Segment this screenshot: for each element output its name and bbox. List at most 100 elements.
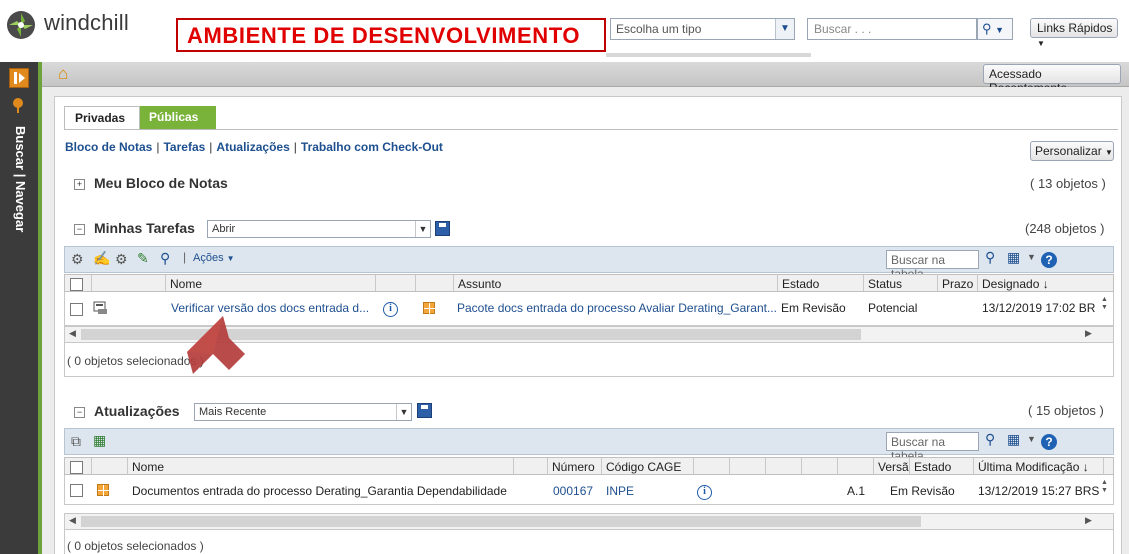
tab-divider xyxy=(64,129,1118,130)
tasks-section-header: − Minhas Tarefas xyxy=(74,220,195,236)
tab-private[interactable]: Privadas xyxy=(64,106,140,130)
help-icon[interactable]: ? xyxy=(1041,252,1057,268)
tasks-title[interactable]: Minhas Tarefas xyxy=(94,220,195,236)
help-icon[interactable]: ? xyxy=(1041,434,1057,450)
updates-title[interactable]: Atualizações xyxy=(94,403,180,419)
chevron-down-icon[interactable]: ▼ xyxy=(1027,252,1036,262)
export-excel-icon[interactable]: ✎ xyxy=(137,250,149,267)
global-search-input[interactable]: Buscar . . . xyxy=(807,18,977,40)
tasks-view-select[interactable]: Abrir ▼ xyxy=(207,220,431,238)
update-number[interactable]: 000167 xyxy=(553,484,593,498)
table-row[interactable]: Documentos entrada do processo Derating_… xyxy=(64,475,1114,505)
search-button[interactable]: ⚲ ▼ xyxy=(977,18,1013,40)
windchill-logo-icon[interactable] xyxy=(5,9,37,41)
col-cage[interactable]: Código CAGE xyxy=(601,458,693,474)
search-icon[interactable]: ⚲ xyxy=(985,249,995,266)
notebook-title[interactable]: Meu Bloco de Notas xyxy=(94,175,228,191)
settings-icon[interactable]: ⚙ xyxy=(115,251,128,268)
document-icon xyxy=(423,302,436,315)
info-icon[interactable]: i xyxy=(697,483,712,500)
row-checkbox[interactable] xyxy=(70,484,83,497)
col-name[interactable]: Nome xyxy=(127,458,513,474)
col-blank xyxy=(837,458,873,474)
calculator-icon[interactable]: ▦ xyxy=(1007,249,1020,266)
update-version: A.1 xyxy=(847,484,866,498)
col-subject[interactable]: Assunto xyxy=(453,275,777,291)
search-icon: ⚲ xyxy=(982,21,992,36)
expand-panel-icon[interactable] xyxy=(9,68,29,88)
quick-links-menu[interactable]: Links Rápidos ▼ xyxy=(1030,18,1118,48)
row-checkbox[interactable] xyxy=(70,303,83,316)
chevron-down-icon[interactable]: ▼ xyxy=(775,19,794,39)
tasks-count: (248 objetos ) xyxy=(1025,221,1105,236)
reassign-icon[interactable]: ✍ xyxy=(93,250,110,267)
updates-count: ( 15 objetos ) xyxy=(1028,403,1104,418)
col-deadline[interactable]: Prazo xyxy=(937,275,977,291)
search-icon[interactable]: ⚲ xyxy=(985,431,995,448)
vertical-scroll-icon[interactable]: ▲ ▼ xyxy=(1101,296,1108,312)
update-name[interactable]: Documentos entrada do processo Derating_… xyxy=(132,484,507,498)
actions-label: Ações xyxy=(193,252,224,264)
select-all-checkbox[interactable] xyxy=(70,278,83,291)
col-number[interactable]: Número xyxy=(547,458,601,474)
link-tasks[interactable]: Tarefas xyxy=(163,140,205,154)
table-search-input[interactable]: Buscar na tabela xyxy=(886,432,979,463)
chevron-down-icon[interactable]: ▼ xyxy=(415,221,430,237)
link-updates[interactable]: Atualizações xyxy=(216,140,289,154)
link-notebook[interactable]: Bloco de Notas xyxy=(65,140,152,154)
tasks-view-value: Abrir xyxy=(212,223,236,235)
calculator-icon[interactable]: ▦ xyxy=(1007,431,1020,448)
task-assigned-date: 13/12/2019 17:02 BR xyxy=(982,301,1096,315)
vertical-scroll-icon[interactable]: ▲ ▼ xyxy=(1101,479,1108,495)
recently-accessed-menu[interactable]: Acessado Recentemente ▼ xyxy=(983,64,1121,95)
type-select[interactable]: Escolha um tipo ▼ xyxy=(610,18,795,40)
col-status[interactable]: Status xyxy=(863,275,937,291)
link-checkout[interactable]: Trabalho com Check-Out xyxy=(301,140,443,154)
updates-view-select[interactable]: Mais Recente ▼ xyxy=(194,403,412,421)
chevron-down-icon[interactable]: ▼ xyxy=(995,25,1004,35)
col-assigned[interactable]: Designado ↓ xyxy=(977,275,1115,291)
collapse-icon[interactable]: − xyxy=(74,407,85,418)
pin-icon[interactable] xyxy=(9,96,27,114)
info-icon[interactable]: i xyxy=(383,300,398,317)
updates-horizontal-scrollbar[interactable]: ◀ ▶ xyxy=(64,513,1114,530)
scroll-thumb[interactable] xyxy=(81,516,921,527)
scroll-left-icon[interactable]: ◀ xyxy=(69,515,76,526)
col-modified[interactable]: Última Modificação ↓ xyxy=(973,458,1103,474)
select-all-checkbox[interactable] xyxy=(70,461,83,474)
collapse-icon[interactable]: − xyxy=(74,224,85,235)
updates-table-header: Nome Número Código CAGE Versão Estado Úl… xyxy=(64,457,1114,475)
col-version[interactable]: Versão xyxy=(873,458,909,474)
caret-icon: ▼ xyxy=(1105,148,1113,157)
save-icon[interactable] xyxy=(435,221,450,236)
search-icon[interactable]: ⚲ xyxy=(160,250,170,267)
save-icon[interactable] xyxy=(417,403,432,418)
annotation-arrow-icon xyxy=(183,312,253,382)
updates-footer: ( 0 objetos selecionados ) xyxy=(64,530,1114,554)
tasks-table-header: Nome Assunto Estado Status Prazo Designa… xyxy=(64,274,1114,292)
col-blank xyxy=(801,458,837,474)
chevron-down-icon[interactable]: ▼ xyxy=(396,404,411,420)
task-subject-link[interactable]: Pacote docs entrada do processo Avaliar … xyxy=(457,301,777,315)
table-search-input[interactable]: Buscar na tabela xyxy=(886,250,979,281)
scroll-right-icon[interactable]: ▶ xyxy=(1085,328,1092,339)
copy-icon[interactable]: ⧉ xyxy=(71,433,81,450)
update-state: Em Revisão xyxy=(890,484,955,498)
notebook-section-header: + Meu Bloco de Notas xyxy=(74,175,228,191)
expand-icon[interactable]: + xyxy=(74,179,85,190)
scroll-left-icon[interactable]: ◀ xyxy=(69,328,76,339)
type-select-value: Escolha um tipo xyxy=(616,22,702,36)
actions-menu[interactable]: Ações ▼ xyxy=(193,252,235,264)
home-icon[interactable]: ⌂ xyxy=(58,64,68,84)
col-state[interactable]: Estado xyxy=(909,458,973,474)
search-navigate-tab[interactable]: Buscar | Navegar xyxy=(4,126,28,276)
scroll-right-icon[interactable]: ▶ xyxy=(1085,515,1092,526)
export-icon[interactable]: ▦ xyxy=(93,432,106,449)
chevron-down-icon[interactable]: ▼ xyxy=(1027,434,1036,444)
col-state[interactable]: Estado xyxy=(777,275,863,291)
col-name[interactable]: Nome xyxy=(165,275,375,291)
tab-public[interactable]: Públicas xyxy=(140,106,216,129)
complete-task-icon[interactable]: ⚙ xyxy=(71,251,84,268)
personalize-button[interactable]: Personalizar ▼ xyxy=(1030,141,1114,161)
col-icon xyxy=(415,275,453,291)
